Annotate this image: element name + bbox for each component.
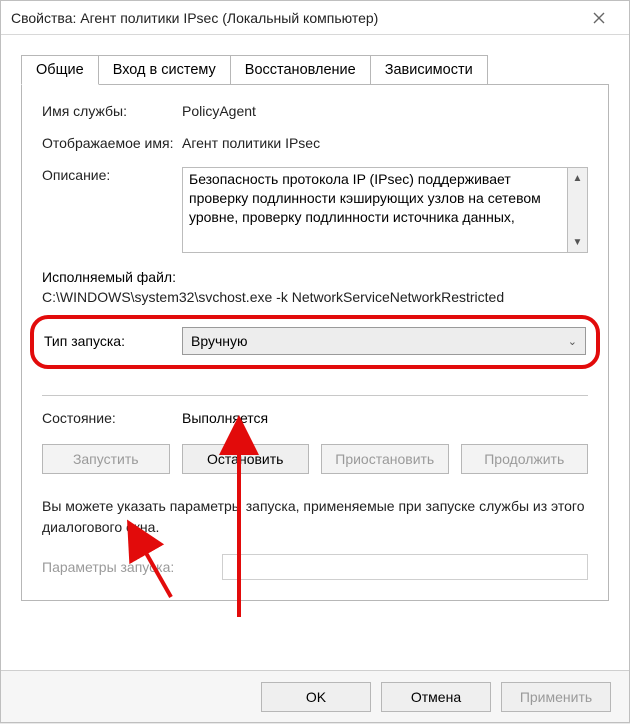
properties-dialog: Свойства: Агент политики IPsec (Локальны… <box>0 0 630 723</box>
separator <box>42 395 588 396</box>
dialog-body: Общие Вход в систему Восстановление Зави… <box>1 35 629 601</box>
close-button[interactable] <box>579 4 619 32</box>
scroll-down-icon[interactable]: ▼ <box>568 232 587 252</box>
executable-value: C:\WINDOWS\system32\svchost.exe -k Netwo… <box>42 289 588 305</box>
status-value: Выполняется <box>182 410 268 426</box>
description-text[interactable]: Безопасность протокола IP (IPsec) поддер… <box>182 167 568 253</box>
ok-button[interactable]: OK <box>261 682 371 712</box>
scroll-up-icon[interactable]: ▲ <box>568 168 587 188</box>
tab-recovery[interactable]: Восстановление <box>230 55 371 84</box>
startup-params-hint: Вы можете указать параметры запуска, при… <box>42 496 588 538</box>
startup-type-highlight: Тип запуска: Вручную ⌄ <box>30 315 600 369</box>
dialog-button-bar: OK Отмена Применить <box>1 670 629 722</box>
stop-button[interactable]: Остановить <box>182 444 310 474</box>
apply-button: Применить <box>501 682 611 712</box>
startup-params-input <box>222 554 588 580</box>
executable-label: Исполняемый файл: <box>42 269 588 285</box>
cancel-button[interactable]: Отмена <box>381 682 491 712</box>
description-label: Описание: <box>42 167 182 183</box>
display-name-label: Отображаемое имя: <box>42 135 182 151</box>
tab-dependencies[interactable]: Зависимости <box>370 55 488 84</box>
service-name-value: PolicyAgent <box>182 103 588 119</box>
startup-params-label: Параметры запуска: <box>42 559 222 575</box>
tabstrip: Общие Вход в систему Восстановление Зави… <box>21 55 609 85</box>
startup-type-select[interactable]: Вручную ⌄ <box>182 327 586 355</box>
service-name-label: Имя службы: <box>42 103 182 119</box>
startup-type-label: Тип запуска: <box>44 333 182 349</box>
tab-general[interactable]: Общие <box>21 55 99 85</box>
titlebar: Свойства: Агент политики IPsec (Локальны… <box>1 1 629 35</box>
close-icon <box>593 12 605 24</box>
status-label: Состояние: <box>42 410 182 426</box>
description-box: Безопасность протокола IP (IPsec) поддер… <box>182 167 588 253</box>
chevron-down-icon: ⌄ <box>568 335 577 348</box>
display-name-value: Агент политики IPsec <box>182 135 588 151</box>
pause-button: Приостановить <box>321 444 449 474</box>
resume-button: Продолжить <box>461 444 589 474</box>
description-scrollbar[interactable]: ▲ ▼ <box>568 167 588 253</box>
startup-type-value: Вручную <box>191 333 568 349</box>
tabpage-general: Имя службы: PolicyAgent Отображаемое имя… <box>21 85 609 601</box>
start-button: Запустить <box>42 444 170 474</box>
tab-logon[interactable]: Вход в систему <box>98 55 231 84</box>
service-control-buttons: Запустить Остановить Приостановить Продо… <box>42 444 588 474</box>
window-title: Свойства: Агент политики IPsec (Локальны… <box>11 10 579 26</box>
